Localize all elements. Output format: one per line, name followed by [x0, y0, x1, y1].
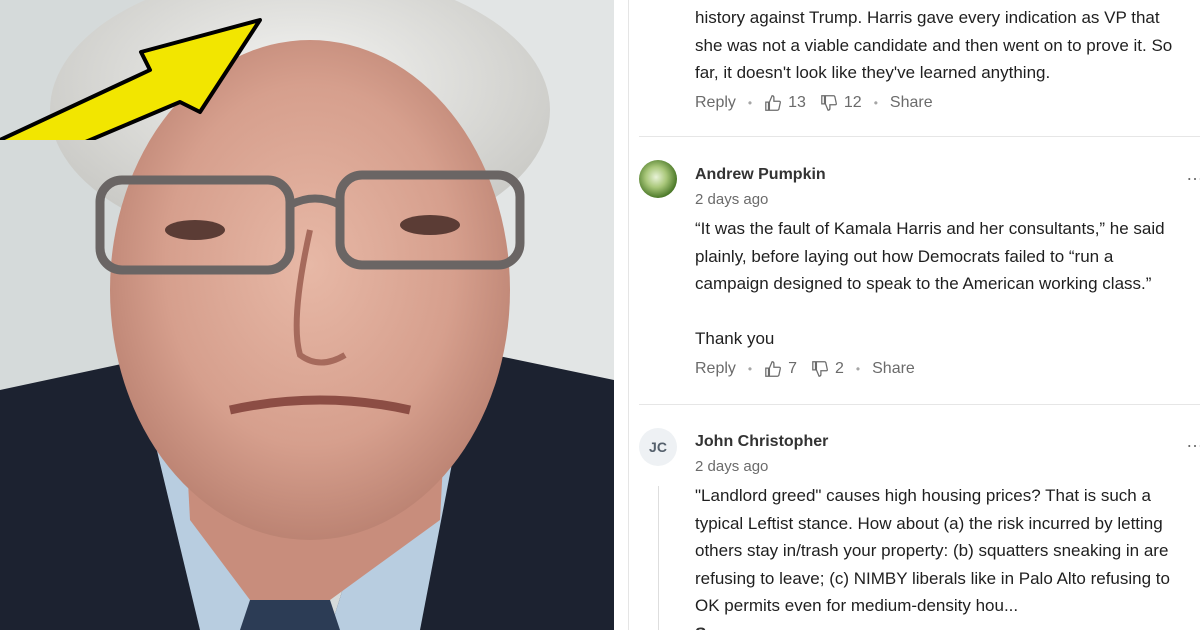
thumbs-down-icon [821, 95, 837, 111]
dislike-button[interactable]: 2 [811, 360, 844, 378]
comment-1-body: history against Trump. Harris gave every… [695, 4, 1200, 87]
comment-text-line: Thank you [695, 329, 775, 348]
comment-text-line: plainly, before laying out how Democrats… [695, 246, 1114, 266]
comment-divider [639, 136, 1200, 137]
avatar[interactable] [639, 160, 677, 198]
share-button[interactable]: Share [890, 94, 933, 112]
thumbs-up-icon [765, 361, 782, 377]
comment-2-actions: Reply • 7 2 • Share [695, 360, 915, 378]
comment-divider [639, 404, 1200, 405]
comment-text-line: she was not a viable candidate and then … [695, 35, 1173, 55]
separator-dot: • [873, 96, 878, 110]
comment-author[interactable]: John Christopher [695, 433, 828, 451]
like-count: 13 [788, 94, 806, 111]
share-button[interactable]: Share [872, 360, 915, 378]
comment-text-line: "Landlord greed" causes high housing pri… [695, 486, 1151, 505]
separator-dot: • [855, 362, 861, 376]
comment-text-line: typical Leftist stance. How about (a) th… [695, 513, 1163, 533]
more-options-icon[interactable]: … [1186, 431, 1200, 452]
comment-text-line: far, it doesn't look like they've learne… [695, 63, 1051, 82]
photo-panel [0, 0, 614, 630]
more-options-icon[interactable]: … [1186, 164, 1200, 185]
reply-button[interactable]: Reply [695, 94, 736, 112]
thread-line [658, 486, 659, 630]
dislike-button[interactable]: 12 [820, 94, 862, 112]
reply-button[interactable]: Reply [695, 360, 736, 378]
comment-text-line: refusing to leave; (c) NIMBY liberals li… [695, 568, 1170, 588]
thumbs-up-icon [765, 95, 782, 111]
like-count: 7 [788, 360, 798, 377]
comment-1-actions: Reply • 13 12 • Share [695, 94, 933, 112]
separator-dot: • [747, 362, 753, 376]
dislike-count: 2 [835, 360, 844, 377]
separator-dot: • [747, 96, 753, 110]
comment-timestamp: 2 days ago [695, 458, 769, 475]
comment-text-line: others stay in/trash your property: (b) … [695, 541, 1169, 560]
comment-3-body: "Landlord greed" causes high housing pri… [695, 482, 1200, 630]
comment-2-body: “It was the fault of Kamala Harris and h… [695, 215, 1200, 298]
see-more-link[interactable]: See more [695, 620, 1200, 630]
comment-author[interactable]: Andrew Pumpkin [695, 166, 826, 184]
thumbs-down-icon [812, 361, 828, 377]
comment-text-line: history against Trump. Harris gave every… [695, 8, 1160, 27]
dislike-count: 12 [843, 94, 862, 111]
comment-text-line: OK permits even for medium-density hou..… [695, 596, 1019, 615]
comment-timestamp: 2 days ago [695, 191, 769, 208]
comment-text-line: campaign designed to speak to the Americ… [695, 274, 1152, 293]
avatar[interactable]: JC [639, 428, 677, 466]
like-button[interactable]: 13 [764, 94, 806, 112]
separator-gap [614, 0, 628, 630]
comments-panel: history against Trump. Harris gave every… [628, 0, 1200, 630]
like-button[interactable]: 7 [764, 360, 797, 378]
arrow-icon [0, 18, 262, 140]
comment-text-line: “It was the fault of Kamala Harris and h… [695, 219, 1165, 238]
